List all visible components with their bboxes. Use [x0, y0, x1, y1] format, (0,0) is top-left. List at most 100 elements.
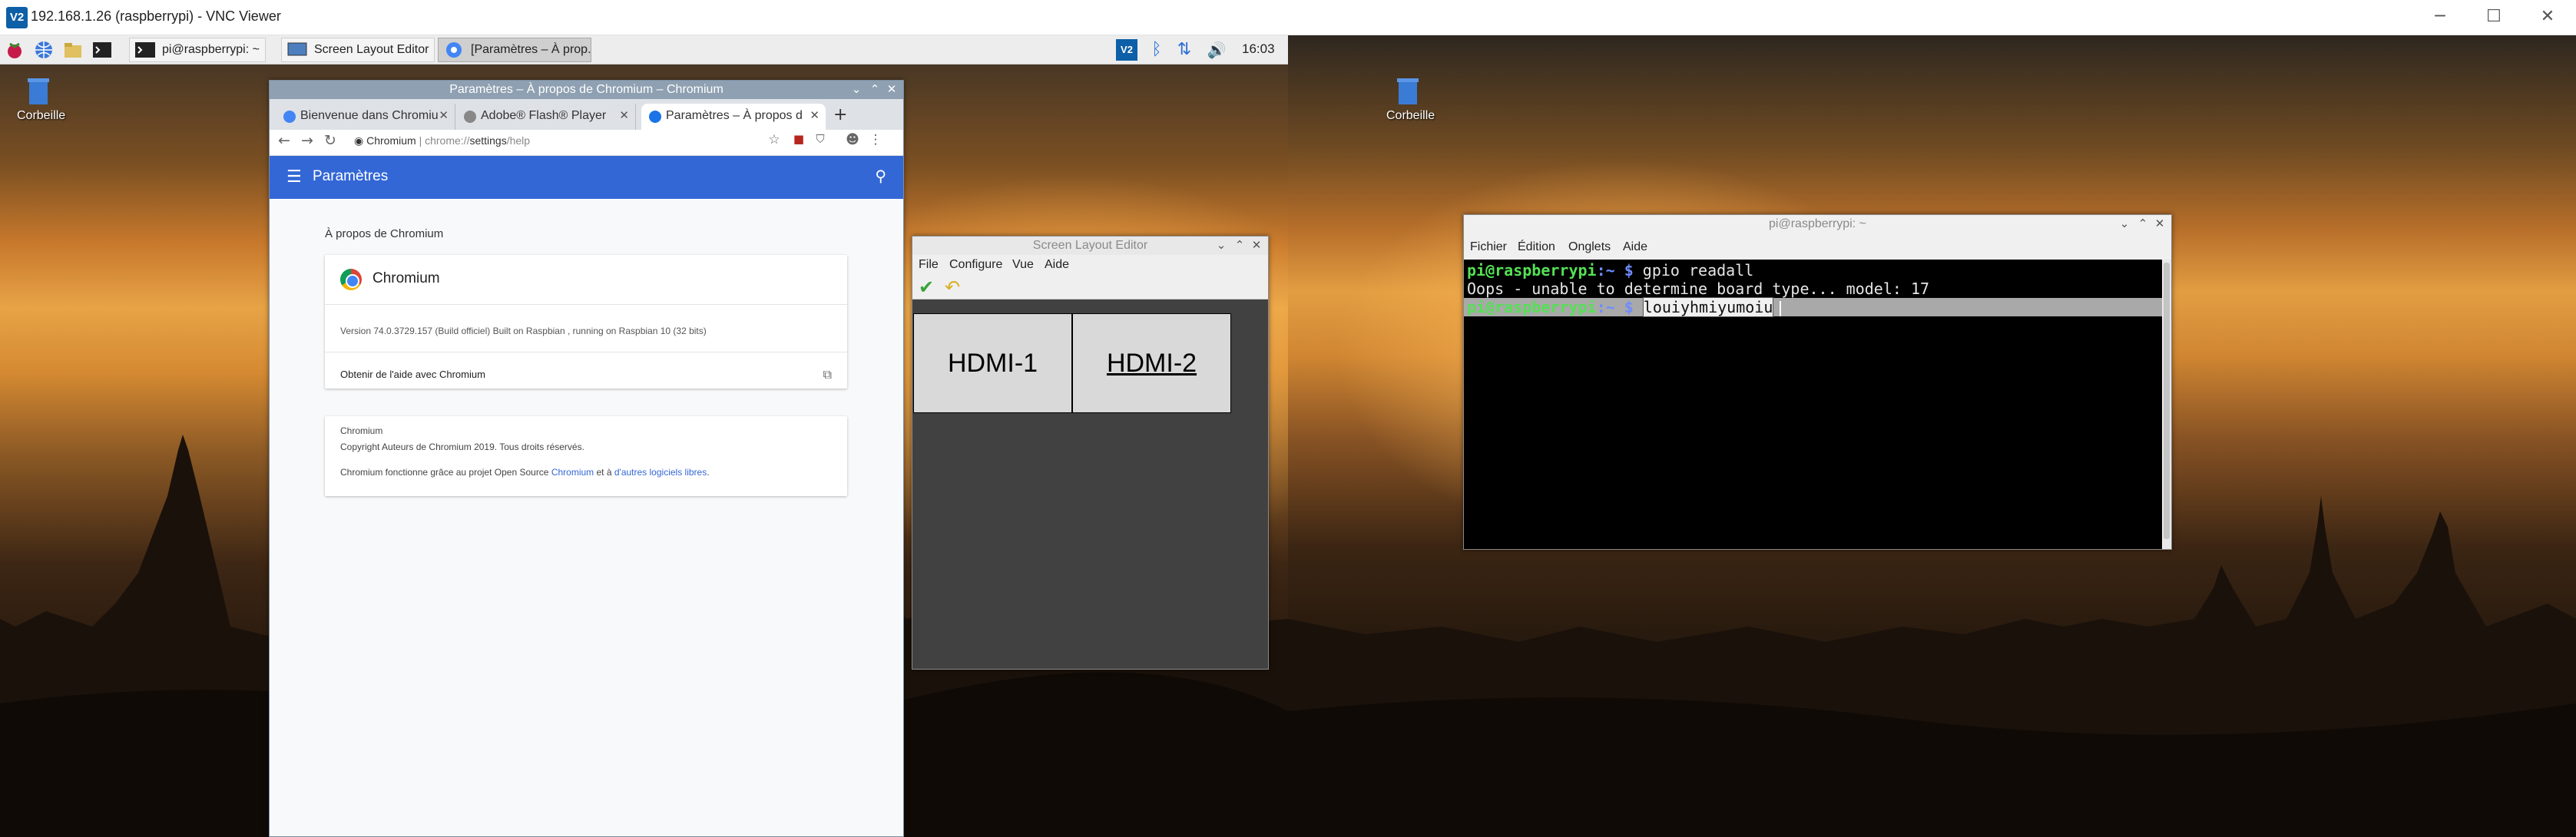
taskbar-item-layout-editor[interactable]: Screen Layout Editor: [281, 38, 435, 62]
extension-icon[interactable]: ■: [789, 132, 809, 146]
site-info-icon[interactable]: ◉: [354, 134, 366, 147]
menu-help[interactable]: Aide: [1623, 240, 1647, 254]
close-icon[interactable]: ✕: [619, 104, 629, 128]
command-text: gpio readall: [1642, 261, 1754, 280]
prompt-user: pi@raspberrypi: [1467, 261, 1597, 280]
oss-mid: et à: [594, 467, 614, 478]
menu-configure[interactable]: Configure: [949, 258, 1002, 272]
menu-help[interactable]: Aide: [1045, 258, 1069, 272]
taskbar-item-label: pi@raspberrypi: ~: [162, 43, 260, 56]
gear-icon: [649, 111, 661, 123]
maximize-icon[interactable]: ☐: [2481, 5, 2507, 29]
layout-editor-toolbar: ✔ ↶: [912, 275, 1268, 299]
monitor-icon: [287, 42, 307, 56]
undo-icon[interactable]: ↶: [945, 276, 960, 298]
chevron-down-icon[interactable]: ⌄: [2116, 215, 2133, 233]
chevron-up-icon[interactable]: ⌃: [1231, 237, 1248, 255]
globe-icon: [464, 111, 476, 123]
prompt-dir: :~ $: [1596, 261, 1643, 280]
profile-icon[interactable]: ☻: [843, 132, 863, 147]
chevron-down-icon[interactable]: ⌄: [848, 81, 865, 99]
hamburger-menu-icon[interactable]: ☰: [286, 167, 302, 187]
close-icon[interactable]: ✕: [439, 104, 449, 128]
lxde-panel: pi@raspberrypi: ~ Screen Layout Editor […: [0, 35, 1288, 65]
about-heading: À propos de Chromium: [325, 227, 444, 240]
tab-label: Adobe® Flash® Player: [481, 109, 607, 122]
chevron-down-icon[interactable]: ⌄: [1213, 237, 1230, 255]
address-bar[interactable]: ◉ Chromium | chrome://settings/help: [354, 134, 530, 147]
terminal-scrollbar[interactable]: [2162, 260, 2171, 549]
monitor-hdmi-2[interactable]: HDMI-2: [1072, 313, 1231, 413]
product-name: Chromium: [372, 270, 440, 286]
tab-settings[interactable]: Paramètres – À propos d ✕: [641, 104, 826, 130]
menu-file[interactable]: Fichier: [1470, 240, 1507, 254]
back-icon[interactable]: ←: [274, 132, 294, 149]
layout-editor-title: Screen Layout Editor: [1032, 239, 1148, 252]
chevron-up-icon[interactable]: ⌃: [2134, 215, 2151, 233]
text-cursor: [1780, 300, 1782, 316]
vnc-window-title: 192.168.1.26 (raspberrypi) - VNC Viewer: [31, 8, 281, 24]
menu-tabs[interactable]: Onglets: [1568, 240, 1611, 254]
menu-file[interactable]: File: [919, 258, 939, 272]
trash-icon[interactable]: [23, 75, 54, 106]
url-rest: /help: [506, 134, 531, 147]
omnibox-bar: ← → ↻ ◉ Chromium | chrome://settings/hel…: [270, 130, 903, 156]
close-icon[interactable]: ✕: [810, 104, 819, 128]
volume-icon[interactable]: 🔊: [1206, 39, 1227, 61]
prompt-dir: :~ $: [1596, 298, 1643, 316]
terminal-line: pi@raspberrypi:~ $ gpio readall: [1467, 261, 2168, 280]
scrollbar-thumb[interactable]: [2164, 263, 2170, 539]
divider: [325, 304, 847, 305]
url-origin: Chromium: [366, 134, 416, 147]
terminal-icon: [135, 42, 155, 58]
close-icon[interactable]: ✕: [2151, 215, 2168, 233]
menu-edit[interactable]: Édition: [1518, 240, 1555, 254]
forward-icon[interactable]: →: [297, 132, 317, 149]
settings-title: Paramètres: [313, 168, 389, 184]
close-icon[interactable]: ✕: [883, 81, 900, 99]
terminal-output[interactable]: pi@raspberrypi:~ $ gpio readall Oops - un…: [1464, 260, 2171, 549]
terminal-title: pi@raspberrypi: ~: [1769, 217, 1866, 230]
close-icon[interactable]: ✕: [1248, 237, 1265, 255]
screen-layout-editor-window: Screen Layout Editor ⌄ ⌃ ✕ File Configur…: [912, 236, 1269, 670]
url-scheme: chrome://: [425, 134, 470, 147]
prompt-user: pi@raspberrypi: [1467, 298, 1597, 316]
settings-content: À propos de Chromium Chromium Version 74…: [270, 200, 903, 836]
search-icon[interactable]: ⚲: [875, 167, 886, 185]
chevron-up-icon[interactable]: ⌃: [866, 81, 883, 99]
command-input[interactable]: louiyhmiyumoiu: [1642, 297, 1774, 317]
menu-view[interactable]: Vue: [1012, 258, 1034, 272]
tab-flash[interactable]: Adobe® Flash® Player ✕: [456, 104, 636, 130]
taskbar-item-chromium[interactable]: [Paramètres – À prop...: [438, 38, 591, 62]
copyright-text: Copyright Auteurs de Chromium 2019. Tous…: [340, 442, 584, 452]
shield-icon[interactable]: ⛉: [810, 132, 830, 146]
file-manager-icon[interactable]: [62, 39, 84, 61]
chromium-icon: [446, 42, 462, 58]
chromium-project-link[interactable]: Chromium: [551, 467, 594, 478]
raspberry-menu-icon[interactable]: [4, 39, 25, 61]
star-icon[interactable]: ☆: [764, 132, 784, 147]
tab-welcome[interactable]: Bienvenue dans Chromiu ✕: [276, 104, 455, 130]
taskbar-item-terminal[interactable]: pi@raspberrypi: ~: [129, 38, 266, 62]
vnc-tray-icon[interactable]: V2: [1116, 39, 1137, 61]
close-icon[interactable]: ✕: [2535, 5, 2561, 29]
help-link[interactable]: Obtenir de l'aide avec Chromium: [340, 369, 485, 380]
external-link-icon[interactable]: ⧉: [823, 367, 832, 382]
terminal-launcher-icon[interactable]: [91, 39, 113, 61]
bluetooth-icon[interactable]: ᛒ: [1146, 39, 1167, 61]
apply-check-icon[interactable]: ✔: [919, 276, 934, 298]
chromium-titlebar: Paramètres – À propos de Chromium – Chro…: [270, 81, 903, 99]
layout-editor-menubar: File Configure Vue Aide: [912, 255, 1268, 275]
monitor-hdmi-1[interactable]: HDMI-1: [913, 313, 1072, 413]
taskbar-item-label: Screen Layout Editor: [314, 43, 429, 56]
tab-label: Paramètres – À propos d: [666, 109, 803, 122]
new-tab-button[interactable]: +: [833, 105, 847, 124]
web-browser-icon[interactable]: [33, 39, 55, 61]
other-software-link[interactable]: d'autres logiciels libres: [614, 467, 707, 478]
network-icon[interactable]: ⇅: [1174, 39, 1195, 61]
trash-icon[interactable]: [1392, 75, 1423, 106]
terminal-menubar: Fichier Édition Onglets Aide: [1464, 233, 2171, 260]
more-menu-icon[interactable]: ⋮: [866, 132, 886, 147]
minimize-icon[interactable]: ─: [2427, 5, 2453, 29]
reload-icon[interactable]: ↻: [320, 132, 340, 149]
